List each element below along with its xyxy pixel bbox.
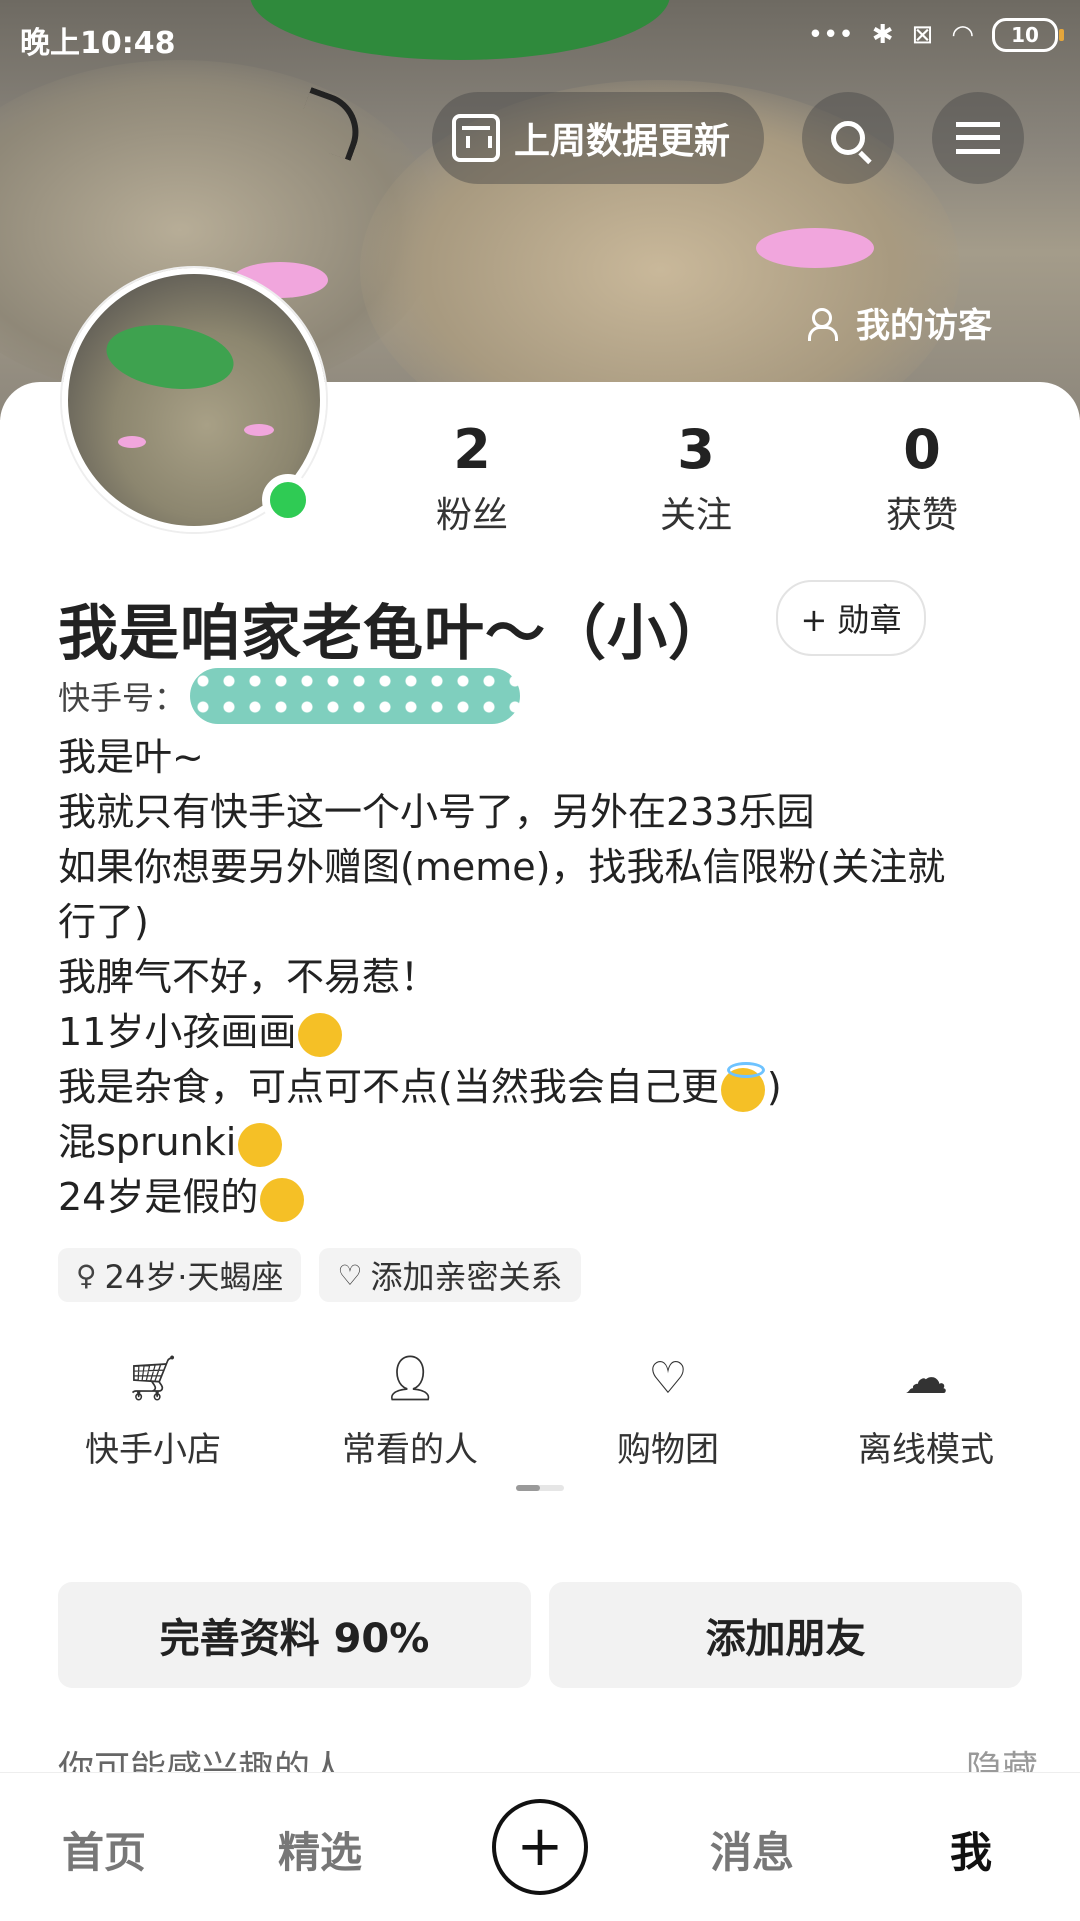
stat-label: 粉丝 [435,495,508,536]
nav-home[interactable]: 首页 [62,1819,146,1880]
profile-tags: ♀ 24岁·天蝎座 ♡ 添加亲密关系 [58,1248,581,1302]
bio-line: 如果你想要另外赠图(meme)，找我私信限粉(关注就 [58,845,946,889]
tag-label: 添加亲密关系 [370,1258,563,1296]
tool-offline-mode[interactable]: ☁︎ 离线模式 [816,1350,1036,1471]
bio-text: ) [766,1065,782,1109]
bottom-navigation: 首页 精选 + 消息 我 [0,1772,1080,1921]
nav-messages[interactable]: 消息 [710,1819,794,1880]
person-clock-icon: 👤︎ [382,1353,438,1404]
heart-link-icon: ♡ [337,1258,363,1292]
tool-label: 常看的人 [342,1430,478,1470]
stat-label: 关注 [659,495,732,536]
tool-shortcuts: 🛒︎ 快手小店 👤︎ 常看的人 ♡ 购物团 ☁︎ 离线模式 [0,1350,1080,1490]
add-medal-button[interactable]: + 勋章 [776,580,926,656]
stat-followers[interactable]: 2 粉丝 [392,420,552,538]
wifi-icon: ◠ [951,20,974,50]
profile-name: 我是咱家老龟叶～（小） [58,599,729,669]
status-bar: 晚上10:48 ••• ✱ ⊠ ◠ 10 [0,0,1080,70]
age-zodiac-tag[interactable]: ♀ 24岁·天蝎座 [58,1248,302,1302]
weekly-data-update-label: 上周数据更新 [514,121,731,162]
calendar-chart-icon [452,114,500,162]
more-dots-icon: ••• [807,20,854,50]
complete-profile-button[interactable]: 完善资料 90% [58,1582,531,1688]
menu-button[interactable] [932,92,1024,184]
nav-featured[interactable]: 精选 [278,1819,362,1880]
profile-actions: 完善资料 90% 添加朋友 [58,1582,1022,1688]
tool-label: 快手小店 [85,1430,221,1470]
bio-text: 11岁小孩画画 [58,1010,297,1054]
avatar-blush-sticker [244,424,274,436]
tool-kuaishou-shop[interactable]: 🛒︎ 快手小店 [43,1350,263,1471]
my-visitors-button[interactable]: 我的访客 [808,298,992,347]
add-relationship-tag[interactable]: ♡ 添加亲密关系 [319,1248,581,1302]
bio-line-with-emoji: 我是杂食，可点可不点(当然我会自己更) [58,1060,945,1115]
bio-text: 混sprunki [58,1120,237,1164]
bio-line: 我是叶~ [58,735,204,779]
bluetooth-icon: ✱ [871,20,894,50]
create-post-button[interactable]: + [492,1799,588,1895]
add-friend-button[interactable]: 添加朋友 [549,1582,1022,1688]
avatar-blush-sticker [118,436,146,448]
tools-page-indicator [516,1485,564,1491]
halo-face-emoji-icon [720,1061,765,1112]
tool-label: 购物团 [617,1430,719,1470]
search-icon [831,121,865,155]
online-status-dot [262,474,314,526]
bio-line: 我脾气不好，不易惹！ [58,955,439,999]
hamburger-menu-icon [956,122,1000,154]
weekly-data-update-button[interactable]: 上周数据更新 [432,92,764,184]
confused-face-emoji-icon [260,1177,305,1222]
bio-line: 行了) [58,900,149,944]
no-mouth-face-emoji-icon [238,1122,283,1167]
redacted-id-mask [190,668,521,724]
upside-down-face-emoji-icon [298,1012,343,1057]
stat-label: 获赞 [885,495,958,536]
sim-icon: ⊠ [911,20,934,50]
stat-value: 3 [677,418,715,481]
tool-frequent-people[interactable]: 👤︎ 常看的人 [300,1350,520,1471]
kuaishou-id-label: 快手号： [58,679,187,717]
bio-line-with-emoji: 11岁小孩画画 [58,1005,945,1060]
search-button[interactable] [802,92,894,184]
cart-icon: 🛒︎ [125,1353,181,1404]
stat-following[interactable]: 3 关注 [616,420,776,538]
status-time: 晚上10:48 [20,26,176,61]
cover-blush-sticker [756,228,874,268]
tool-label: 离线模式 [858,1430,994,1470]
my-visitors-label: 我的访客 [856,306,992,346]
kuaishou-id: 快手号： [58,668,521,724]
stat-value: 2 [453,418,491,481]
profile-bio: 我是叶~ 我就只有快手这一个小号了，另外在233乐园 如果你想要另外赠图(mem… [58,730,945,1225]
bio-line-with-emoji: 混sprunki [58,1115,945,1170]
avatar-leaf-sticker [102,317,238,397]
bio-line: 我就只有快手这一个小号了，另外在233乐园 [58,790,815,834]
visitors-icon [808,307,844,341]
tool-shopping-group[interactable]: ♡ 购物团 [558,1350,778,1471]
battery-icon: 10 [992,18,1064,52]
status-icons: ••• ✱ ⊠ ◠ 10 [807,18,1064,52]
stat-value: 0 [903,418,941,481]
gender-icon: ♀ [76,1258,97,1292]
heart-icon: ♡ [648,1353,688,1404]
bio-text: 我是杂食，可点可不点(当然我会自己更 [58,1065,719,1109]
bio-line-with-emoji: 24岁是假的 [58,1170,945,1225]
bio-text: 24岁是假的 [58,1175,259,1219]
nav-me[interactable]: 我 [950,1819,992,1880]
stat-likes[interactable]: 0 获赞 [842,420,1002,538]
tag-label: 24岁·天蝎座 [104,1258,284,1296]
cloud-download-icon: ☁︎ [904,1353,948,1404]
